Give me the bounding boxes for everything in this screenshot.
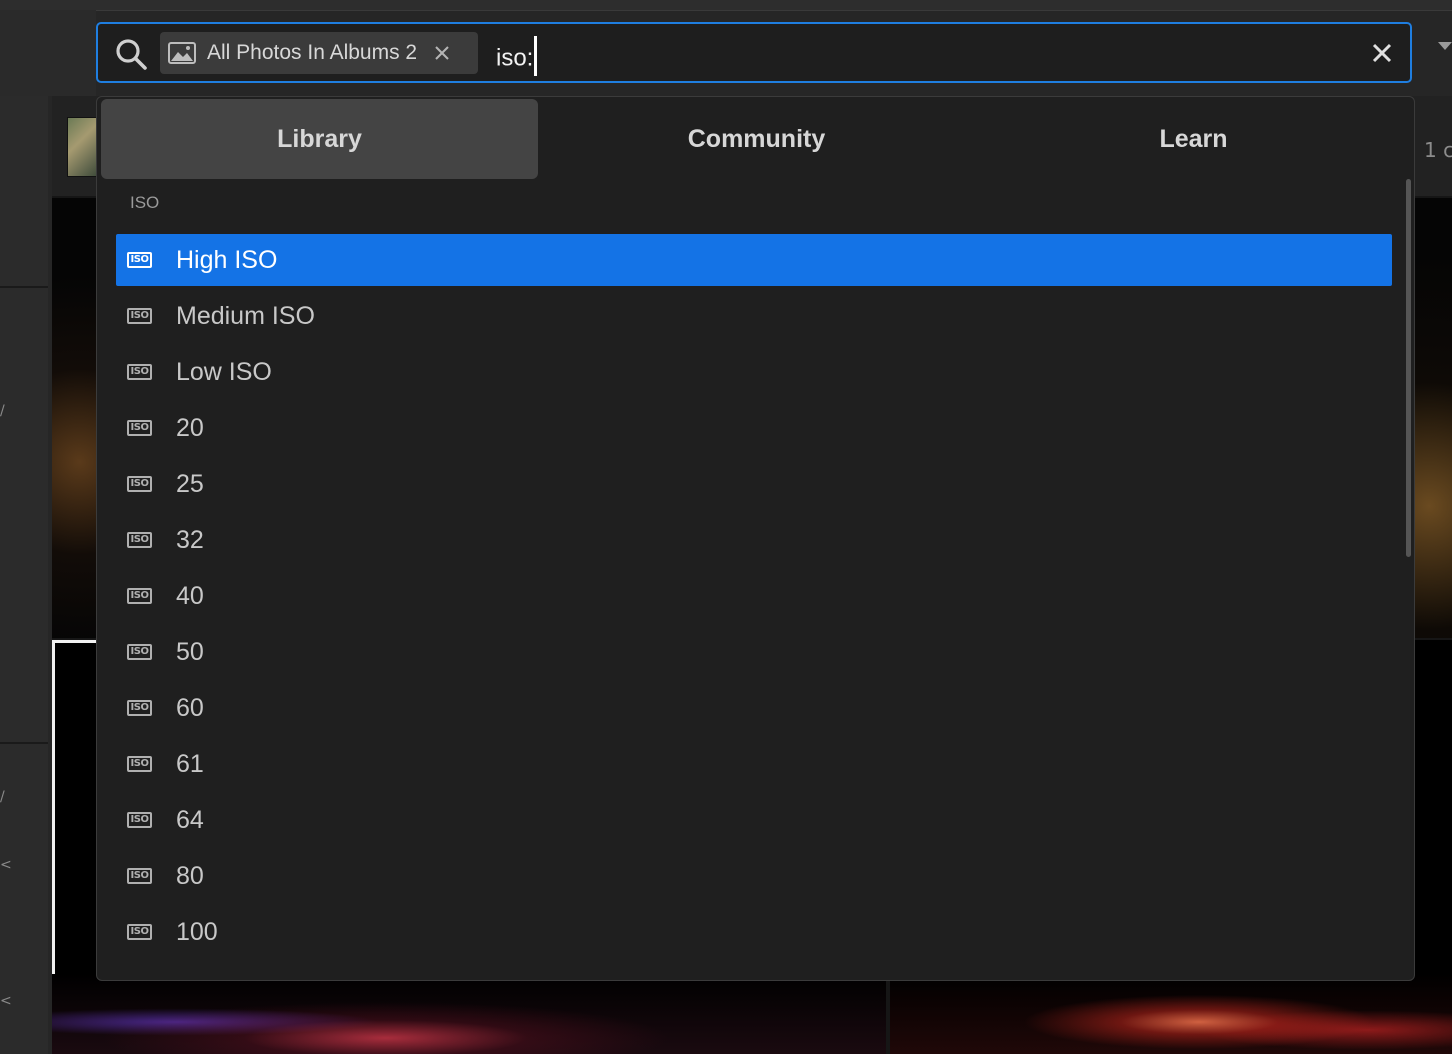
suggestion-item-label: 61 [176,749,204,778]
left-panel-rail: / / < < [0,96,48,1054]
iso-icon: ISO [127,252,152,268]
toolbar-gutter [0,10,96,96]
iso-icon: ISO [127,812,152,828]
suggestion-item-label: 20 [176,413,204,442]
suggestion-item[interactable]: ISO 32 [116,514,1392,566]
iso-icon: ISO [127,756,152,772]
suggestion-item[interactable]: ISO 20 [116,402,1392,454]
iso-icon: ISO [127,308,152,324]
scope-chip-label: All Photos In Albums 2 [207,41,418,64]
iso-icon: ISO [127,868,152,884]
suggestion-item[interactable]: ISO 50 [116,626,1392,678]
search-suggestions-dropdown: Library Community Learn ISO ISO High ISO I… [96,96,1415,981]
tab-learn[interactable]: Learn [975,99,1412,179]
iso-icon: ISO [127,588,152,604]
photo-count-text: 1 c [1424,138,1452,162]
rail-edge-mark: < [0,993,12,1009]
suggestion-item-label: High ISO [176,245,278,274]
suggestion-item[interactable]: ISO High ISO [116,234,1392,286]
suggestion-item-label: 80 [176,861,204,890]
chip-close-icon[interactable] [435,46,449,60]
iso-icon: ISO [127,700,152,716]
suggestion-item[interactable]: ISO 60 [116,682,1392,734]
top-toolbar [0,0,1452,11]
clear-search-icon[interactable] [1372,43,1392,63]
chevron-down-icon[interactable] [1438,42,1452,50]
rail-edge-mark: < [0,857,12,873]
suggestion-item-label: 40 [176,581,204,610]
suggestion-item-label: 100 [176,917,218,946]
text-cursor [534,36,538,76]
suggestion-item-label: Medium ISO [176,301,315,330]
suggestion-item[interactable]: ISO 25 [116,458,1392,510]
photo-icon [168,42,196,64]
suggestion-item[interactable]: ISO Medium ISO [116,290,1392,342]
suggestion-list: ISO High ISO ISO Medium ISO ISO Low ISO ISO 20 I… [116,234,1392,962]
iso-icon: ISO [127,420,152,436]
rail-edge-mark: / [0,789,5,805]
search-icon [116,39,147,70]
search-source-tabs: Library Community Learn [101,99,1411,179]
rail-edge-mark: / [0,403,5,419]
app-window: / / < < 1 c All Photos In Albums 2 iso: … [0,0,1452,1054]
suggestion-item-label: Low ISO [176,357,272,386]
photo-thumbnail[interactable] [1414,198,1452,638]
rail-divider [0,286,48,288]
suggestion-item[interactable]: ISO 80 [116,850,1392,902]
album-thumbnail[interactable] [67,117,99,177]
suggestion-item-label: 32 [176,525,204,554]
iso-icon: ISO [127,924,152,940]
photo-content [52,974,886,1054]
suggestion-item[interactable]: ISO 64 [116,794,1392,846]
photo-content [890,974,1452,1054]
suggestion-item[interactable]: ISO 100 [116,906,1392,958]
suggestion-item-label: 60 [176,693,204,722]
tab-community[interactable]: Community [538,99,975,179]
suggestion-item-label: 25 [176,469,204,498]
section-header-iso: ISO [130,193,160,212]
suggestion-item-label: 50 [176,637,204,666]
search-query-text: iso: [496,44,534,72]
photo-thumbnail[interactable] [52,198,98,638]
tab-library[interactable]: Library [101,99,538,179]
dropdown-scrollbar[interactable] [1406,179,1411,557]
search-bar[interactable]: All Photos In Albums 2 iso: [96,22,1412,83]
suggestion-item[interactable]: ISO 40 [116,570,1392,622]
search-scope-chip[interactable]: All Photos In Albums 2 [160,32,478,74]
iso-icon: ISO [127,364,152,380]
search-input[interactable]: iso: [496,36,538,79]
rail-divider [0,742,48,744]
suggestion-item[interactable]: ISO Low ISO [116,346,1392,398]
suggestion-item-label: 64 [176,805,204,834]
suggestion-item[interactable]: ISO 61 [116,738,1392,790]
iso-icon: ISO [127,644,152,660]
iso-icon: ISO [127,532,152,548]
iso-icon: ISO [127,476,152,492]
